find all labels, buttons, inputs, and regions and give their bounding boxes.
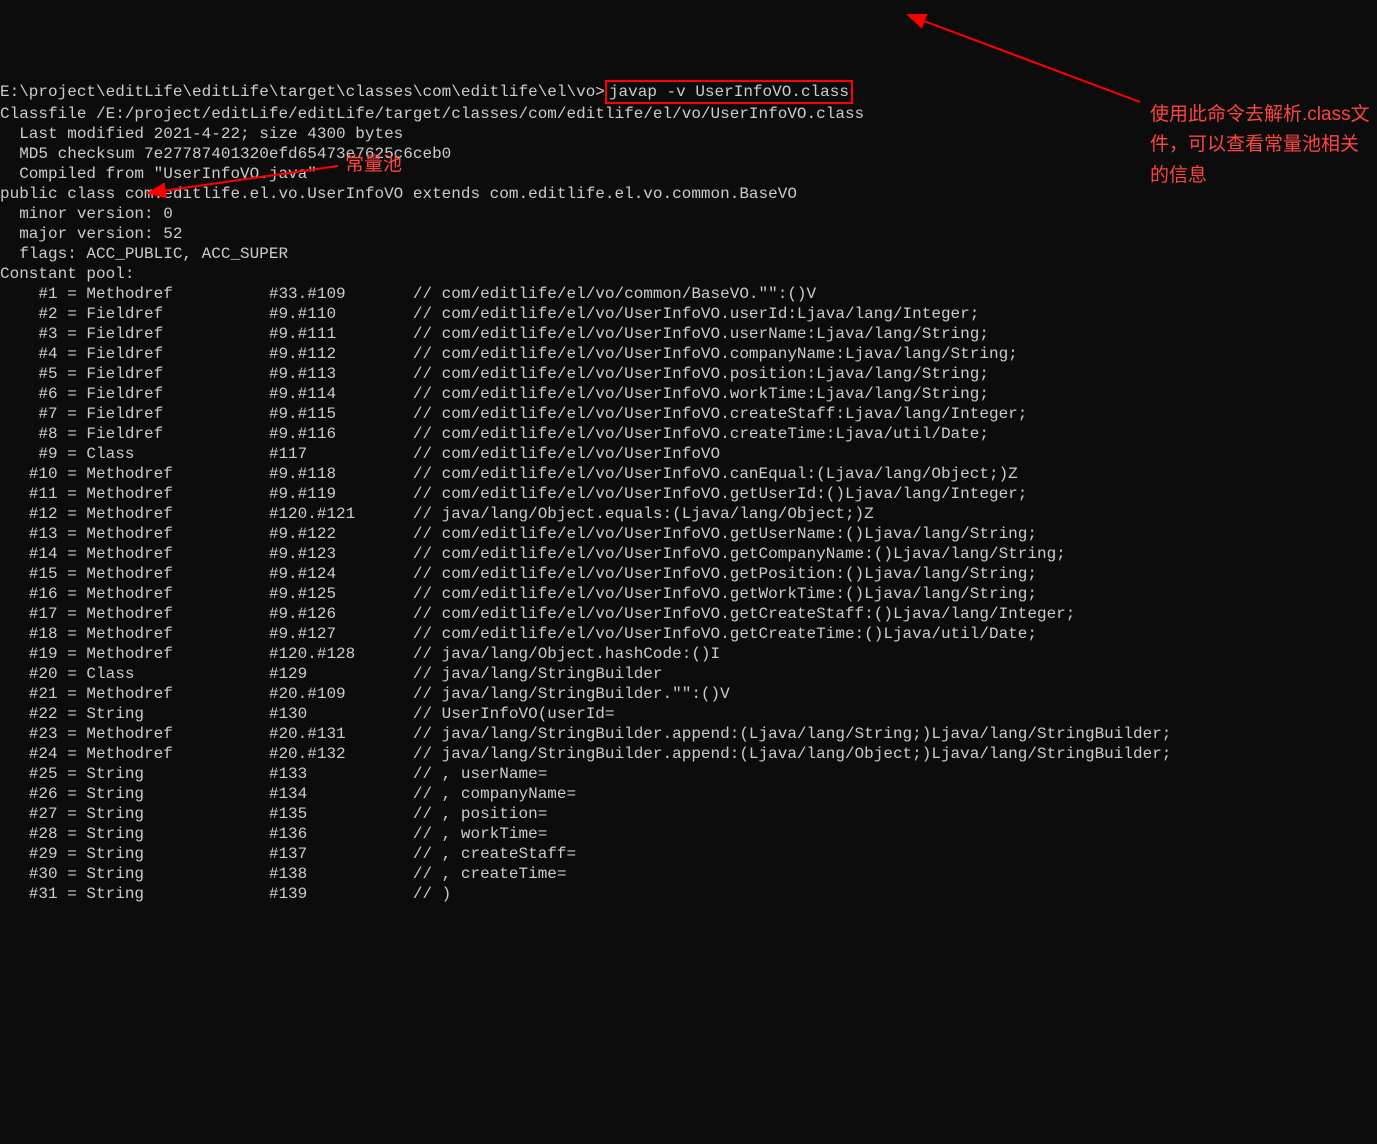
pool-row: #13 = Methodref #9.#122 // com/editlife/… xyxy=(0,525,1037,543)
pool-row: #5 = Fieldref #9.#113 // com/editlife/el… xyxy=(0,365,989,383)
annotation-right: 使用此命令去解析.class文件，可以查看常量池相关的信息 xyxy=(1150,100,1370,191)
pool-row: #29 = String #137 // , createStaff= xyxy=(0,845,576,863)
classfile-line: Classfile /E:/project/editLife/editLife/… xyxy=(0,105,864,123)
command-input[interactable]: javap -v UserInfoVO.class xyxy=(605,80,853,104)
pool-row: #26 = String #134 // , companyName= xyxy=(0,785,576,803)
prompt-path: E:\project\editLife\editLife\target\clas… xyxy=(0,83,605,101)
minor-version-line: minor version: 0 xyxy=(0,205,173,223)
pool-row: #16 = Methodref #9.#125 // com/editlife/… xyxy=(0,585,1037,603)
pool-row: #20 = Class #129 // java/lang/StringBuil… xyxy=(0,665,663,683)
pool-row: #2 = Fieldref #9.#110 // com/editlife/el… xyxy=(0,305,979,323)
pool-row: #18 = Methodref #9.#127 // com/editlife/… xyxy=(0,625,1037,643)
pool-row: #14 = Methodref #9.#123 // com/editlife/… xyxy=(0,545,1066,563)
pool-row: #12 = Methodref #120.#121 // java/lang/O… xyxy=(0,505,874,523)
pool-row: #1 = Methodref #33.#109 // com/editlife/… xyxy=(0,285,816,303)
pool-row: #9 = Class #117 // com/editlife/el/vo/Us… xyxy=(0,445,720,463)
pool-row: #15 = Methodref #9.#124 // com/editlife/… xyxy=(0,565,1037,583)
pool-row: #7 = Fieldref #9.#115 // com/editlife/el… xyxy=(0,405,1027,423)
pool-row: #23 = Methodref #20.#131 // java/lang/St… xyxy=(0,725,1171,743)
pool-row: #27 = String #135 // , position= xyxy=(0,805,547,823)
pool-row: #28 = String #136 // , workTime= xyxy=(0,825,547,843)
annotation-center: 常量池 xyxy=(345,155,402,175)
pool-row: #6 = Fieldref #9.#114 // com/editlife/el… xyxy=(0,385,989,403)
pool-row: #10 = Methodref #9.#118 // com/editlife/… xyxy=(0,465,1018,483)
constant-pool-header: Constant pool: xyxy=(0,265,134,283)
pool-row: #4 = Fieldref #9.#112 // com/editlife/el… xyxy=(0,345,1018,363)
pool-row: #8 = Fieldref #9.#116 // com/editlife/el… xyxy=(0,425,989,443)
pool-row: #21 = Methodref #20.#109 // java/lang/St… xyxy=(0,685,730,703)
last-modified-line: Last modified 2021-4-22; size 4300 bytes xyxy=(0,125,403,143)
pool-row: #19 = Methodref #120.#128 // java/lang/O… xyxy=(0,645,720,663)
class-decl-line: public class com.editlife.el.vo.UserInfo… xyxy=(0,185,797,203)
flags-line: flags: ACC_PUBLIC, ACC_SUPER xyxy=(0,245,288,263)
major-version-line: major version: 52 xyxy=(0,225,182,243)
pool-row: #22 = String #130 // UserInfoVO(userId= xyxy=(0,705,615,723)
pool-row: #11 = Methodref #9.#119 // com/editlife/… xyxy=(0,485,1027,503)
compiled-from-line: Compiled from "UserInfoVO.java" xyxy=(0,165,317,183)
pool-row: #3 = Fieldref #9.#111 // com/editlife/el… xyxy=(0,325,989,343)
pool-row: #25 = String #133 // , userName= xyxy=(0,765,547,783)
constant-pool-list: #1 = Methodref #33.#109 // com/editlife/… xyxy=(0,284,1377,904)
terminal-output: E:\project\editLife\editLife\target\clas… xyxy=(0,80,1377,904)
pool-row: #17 = Methodref #9.#126 // com/editlife/… xyxy=(0,605,1075,623)
pool-row: #24 = Methodref #20.#132 // java/lang/St… xyxy=(0,745,1171,763)
pool-row: #31 = String #139 // ) xyxy=(0,885,451,903)
pool-row: #30 = String #138 // , createTime= xyxy=(0,865,567,883)
